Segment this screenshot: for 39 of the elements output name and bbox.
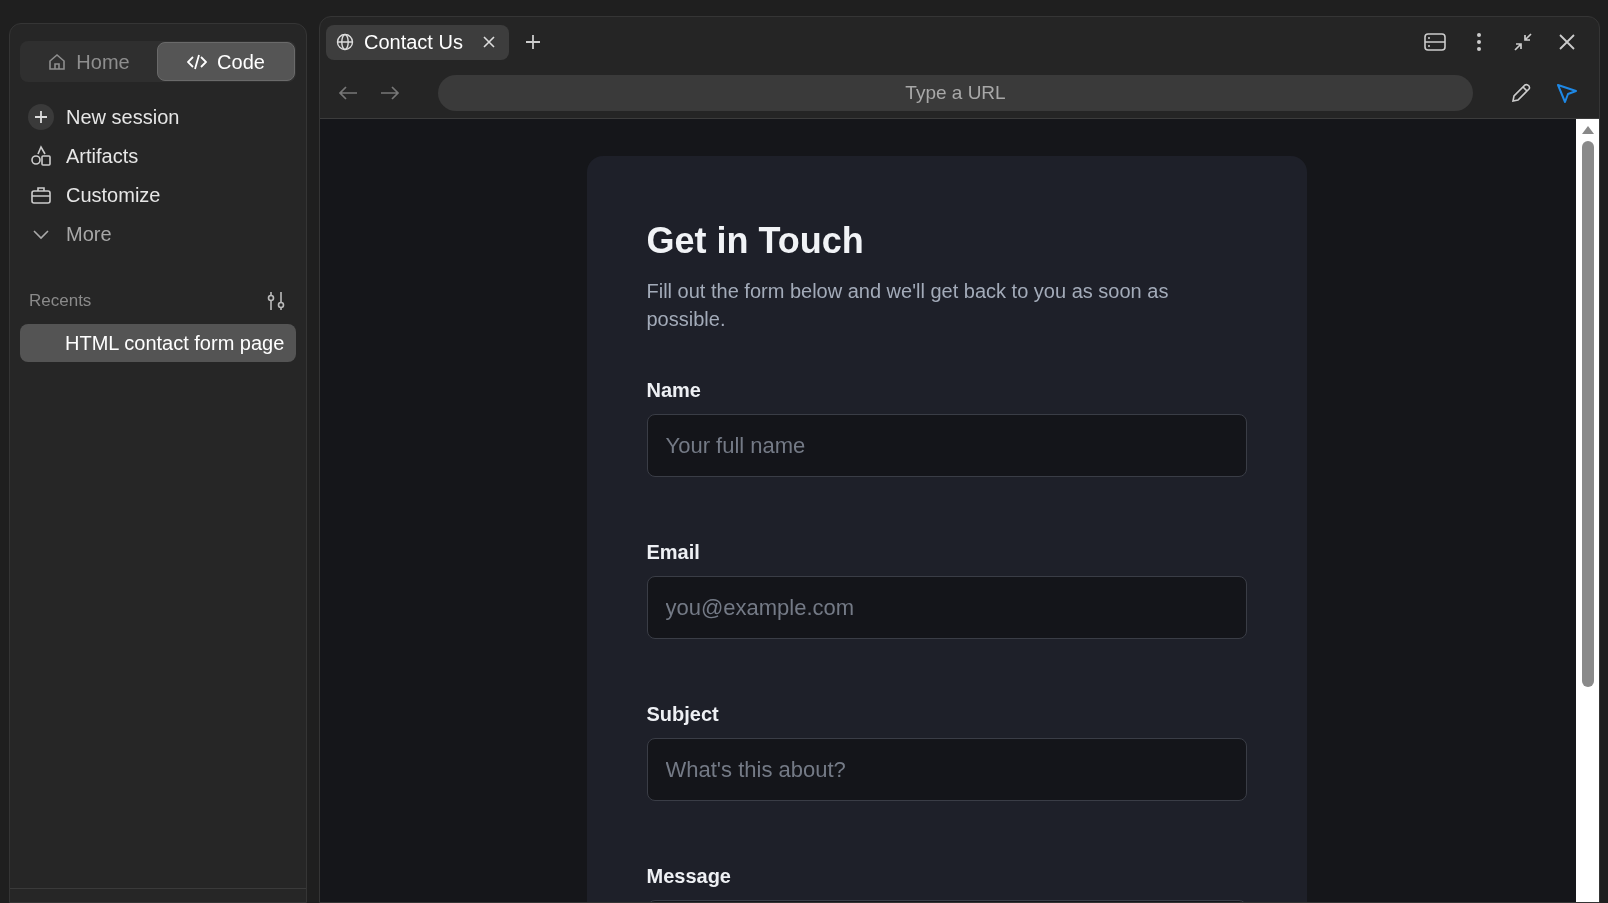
- plus-icon: [523, 33, 542, 51]
- field-label: Subject: [646, 702, 720, 727]
- mode-tab[interactable]: Code: [157, 42, 295, 81]
- field-label: Email: [646, 540, 701, 565]
- close-tab-button[interactable]: [480, 34, 497, 50]
- field-label: Message: [646, 864, 732, 889]
- layout-icon: [1424, 33, 1446, 51]
- back-arrow-icon: [338, 84, 358, 101]
- nav-item[interactable]: New session: [20, 99, 296, 134]
- field-label: Name: [646, 378, 702, 403]
- more-icon: [1476, 32, 1482, 52]
- recent-item[interactable]: HTML contact form page: [20, 323, 296, 362]
- close-icon: [1559, 34, 1575, 50]
- url-field[interactable]: Type a URL: [438, 74, 1473, 111]
- scroll-up-icon[interactable]: [1580, 125, 1595, 135]
- nav-item[interactable]: Artifacts: [20, 138, 296, 173]
- shapes-icon: [30, 144, 52, 167]
- cursor-icon: [1556, 81, 1578, 104]
- forward-arrow-icon: [380, 84, 400, 101]
- scrollbar-thumb[interactable]: [1581, 141, 1594, 687]
- nav-item[interactable]: More: [20, 216, 296, 251]
- plus-icon: [28, 103, 54, 130]
- close-icon: [482, 36, 495, 48]
- input-field[interactable]: you@example.com: [646, 576, 1247, 639]
- section-title: Recents: [29, 290, 92, 312]
- nav-item[interactable]: Customize: [20, 177, 296, 212]
- home-icon: [48, 52, 67, 71]
- browser-tab[interactable]: Contact Us: [326, 24, 509, 60]
- filter-icon: [265, 289, 287, 312]
- form-description: Fill out the form below and we'll get back to you as soon as possible.: [646, 279, 1170, 332]
- mode-tab[interactable]: Home: [21, 42, 157, 81]
- input-field[interactable]: Your full name: [646, 414, 1247, 477]
- globe-icon: [336, 33, 354, 51]
- code-icon: [187, 52, 208, 71]
- collapse-icon: [1513, 32, 1533, 52]
- tab-title: Contact Us: [364, 30, 463, 55]
- pencil-icon: [1510, 81, 1532, 104]
- input-field[interactable]: What's this about?: [646, 738, 1247, 801]
- form-heading: Get in Touch: [646, 219, 865, 263]
